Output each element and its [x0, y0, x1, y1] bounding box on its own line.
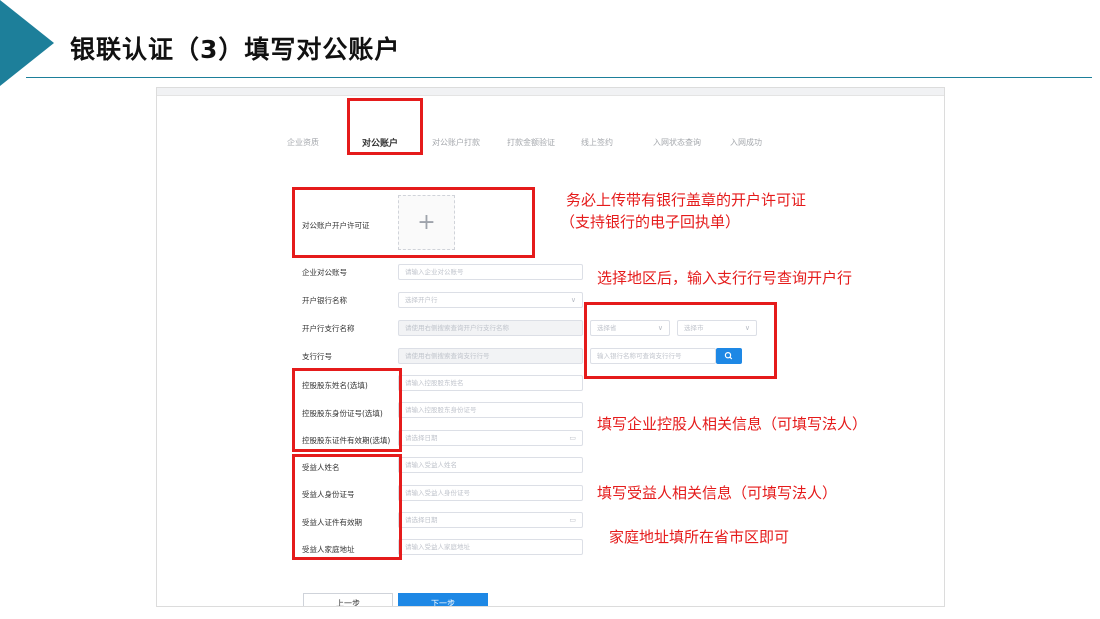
branch-name-input: 请使用右侧搜索查询开户行支行名称	[398, 320, 583, 336]
holder-expiry-picker[interactable]: 请选择日期 ▭	[398, 430, 583, 446]
highlight-license-upload	[292, 187, 535, 258]
note-region: 选择地区后，输入支行行号查询开户行	[597, 269, 853, 287]
next-button[interactable]: 下一步	[398, 593, 488, 606]
step-enterprise-qualification[interactable]: 企业资质	[287, 137, 319, 148]
beneficiary-address-input[interactable]: 请输入受益人家庭地址	[398, 539, 583, 555]
step-amount-verification[interactable]: 打款金额验证	[507, 137, 555, 148]
step-network-success[interactable]: 入网成功	[730, 137, 762, 148]
screenshot-top-bar	[157, 88, 944, 96]
holder-name-input[interactable]: 请输入控股股东姓名	[398, 375, 583, 391]
step-online-signing[interactable]: 线上签约	[581, 137, 613, 148]
account-number-label: 企业对公账号	[302, 268, 347, 277]
branch-name-label: 开户行支行名称	[302, 324, 355, 333]
beneficiary-expiry-placeholder: 请选择日期	[405, 516, 438, 524]
beneficiary-id-input[interactable]: 请输入受益人身份证号	[398, 485, 583, 501]
bank-name-select[interactable]: 选择开户行 ∨	[398, 292, 583, 308]
step-status-query[interactable]: 入网状态查询	[653, 137, 701, 148]
bank-name-label: 开户银行名称	[302, 296, 347, 305]
note-license-line2: （支持银行的电子回执单）	[560, 213, 741, 231]
slide-title: 银联认证（3）填写对公账户	[70, 35, 401, 64]
note-license-line1: 务必上传带有银行盖章的开户许可证	[566, 191, 807, 209]
note-holder: 填写企业控股人相关信息（可填写法人）	[597, 415, 868, 433]
step-account-payment[interactable]: 对公账户打款	[432, 137, 480, 148]
highlight-beneficiary-fields	[292, 454, 402, 560]
branch-number-input: 请使用右侧搜索查询支行行号	[398, 348, 583, 364]
title-divider	[26, 77, 1092, 78]
holder-id-input[interactable]: 请输入控股股东身份证号	[398, 402, 583, 418]
branch-number-label: 支行行号	[302, 352, 332, 361]
bank-name-placeholder: 选择开户行	[405, 296, 438, 304]
calendar-icon: ▭	[569, 434, 576, 442]
account-number-input[interactable]: 请输入企业对公账号	[398, 264, 583, 280]
title-arrow-decoration	[0, 0, 54, 86]
note-address: 家庭地址填所在省市区即可	[609, 528, 790, 546]
note-beneficiary: 填写受益人相关信息（可填写法人）	[597, 484, 838, 502]
prev-button[interactable]: 上一步	[303, 593, 393, 606]
form-screenshot: 企业资质 对公账户 对公账户打款 打款金额验证 线上签约 入网状态查询 入网成功…	[156, 87, 945, 607]
beneficiary-expiry-picker[interactable]: 请选择日期 ▭	[398, 512, 583, 528]
highlight-holder-fields	[292, 368, 402, 452]
calendar-icon: ▭	[569, 516, 576, 524]
beneficiary-name-input[interactable]: 请输入受益人姓名	[398, 457, 583, 473]
highlight-region-search	[584, 302, 777, 379]
highlight-active-step	[347, 98, 423, 155]
chevron-down-icon: ∨	[570, 296, 576, 304]
holder-expiry-placeholder: 请选择日期	[405, 434, 438, 442]
